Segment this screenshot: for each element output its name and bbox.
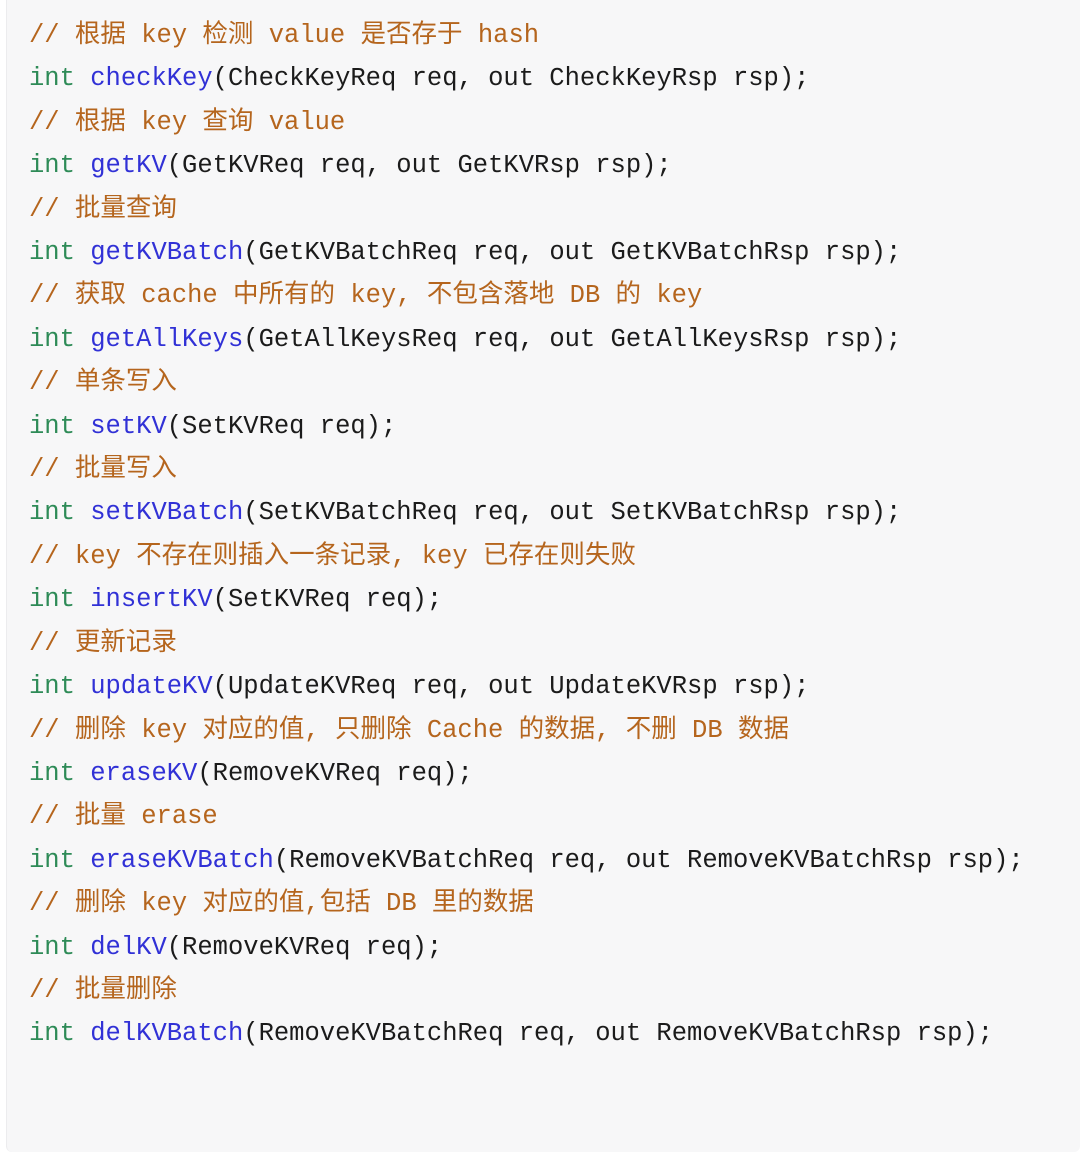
code-block: // 根据 key 检测 value 是否存于 hash int checkKey… [6,0,1080,1152]
code-line: int setKVBatch(SetKVBatchReq req, out Se… [29,491,1062,534]
code-token-plain: (SetKVBatchReq req, out SetKVBatchRsp rs… [243,498,902,528]
code-token-keyword: int [29,324,75,354]
code-content: // 根据 key 检测 value 是否存于 hash int checkKey… [29,14,1062,1056]
code-line: // 批量查询 [29,188,1062,231]
code-line: int updateKV(UpdateKVReq req, out Update… [29,665,1062,708]
code-line: // 批量 erase [29,795,1062,838]
code-token-comment: // 批量写入 [29,455,177,485]
code-line: int getKVBatch(GetKVBatchReq req, out Ge… [29,231,1062,274]
code-token-keyword: int [29,758,75,788]
code-token-function: delKV [90,932,167,962]
code-line: // 根据 key 查询 value [29,101,1062,144]
code-token-comment: // 更新记录 [29,628,177,658]
code-token-plain: (SetKVReq req); [212,585,443,615]
code-token-plain: (GetKVReq req, out GetKVRsp rsp); [166,151,672,181]
code-token-function: getKVBatch [90,238,244,268]
code-token-comment: // 根据 key 查询 value [29,107,346,137]
code-token-comment: // 删除 key 对应的值,包括 DB 里的数据 [29,889,534,919]
code-token-function: setKVBatch [90,498,244,528]
code-line: int getAllKeys(GetAllKeysReq req, out Ge… [29,318,1062,361]
code-line: // 批量删除 [29,969,1062,1012]
code-line: // 批量写入 [29,448,1062,491]
code-token-function: updateKV [90,672,213,702]
code-line: // 删除 key 对应的值,包括 DB 里的数据 [29,882,1062,925]
code-line: // 删除 key 对应的值, 只删除 Cache 的数据, 不删 DB 数据 [29,709,1062,752]
code-token-function: eraseKVBatch [90,845,274,875]
code-token-function: getAllKeys [90,324,244,354]
code-token-comment: // 批量删除 [29,975,177,1005]
code-token-plain: (GetKVBatchReq req, out GetKVBatchRsp rs… [243,238,902,268]
code-line: // 获取 cache 中所有的 key, 不包含落地 DB 的 key [29,274,1062,317]
code-token-keyword: int [29,498,75,528]
code-line: int eraseKVBatch(RemoveKVBatchReq req, o… [29,839,1062,882]
code-token-comment: // 获取 cache 中所有的 key, 不包含落地 DB 的 key [29,281,703,311]
code-token-comment: // 批量查询 [29,194,177,224]
code-line: int setKV(SetKVReq req); [29,405,1062,448]
code-line: int delKV(RemoveKVReq req); [29,926,1062,969]
code-token-keyword: int [29,238,75,268]
code-line: // key 不存在则插入一条记录, key 已存在则失败 [29,535,1062,578]
code-line: // 根据 key 检测 value 是否存于 hash [29,14,1062,57]
code-token-keyword: int [29,411,75,441]
code-token-comment: // key 不存在则插入一条记录, key 已存在则失败 [29,541,636,571]
code-token-keyword: int [29,585,75,615]
code-token-function: insertKV [90,585,213,615]
code-token-keyword: int [29,932,75,962]
code-token-function: eraseKV [90,758,198,788]
code-token-plain: (RemoveKVReq req); [166,932,443,962]
code-token-keyword: int [29,672,75,702]
code-token-function: checkKey [90,64,213,94]
code-line: // 单条写入 [29,361,1062,404]
code-line: int checkKey(CheckKeyReq req, out CheckK… [29,57,1062,100]
code-token-comment: // 根据 key 检测 value 是否存于 hash [29,21,540,50]
code-token-comment: // 批量 erase [29,802,218,832]
code-token-plain: (RemoveKVReq req); [197,758,473,788]
code-line: // 更新记录 [29,622,1062,665]
code-token-function: setKV [90,411,167,441]
code-token-plain: (SetKVReq req); [166,411,397,441]
code-line: int eraseKV(RemoveKVReq req); [29,752,1062,795]
code-line: int delKVBatch(RemoveKVBatchReq req, out… [29,1012,1062,1055]
code-token-comment: // 删除 key 对应的值, 只删除 Cache 的数据, 不删 DB 数据 [29,715,789,745]
code-token-plain: (RemoveKVBatchReq req, out RemoveKVBatch… [243,1019,994,1049]
code-token-keyword: int [29,1019,75,1049]
code-token-plain: (CheckKeyReq req, out CheckKeyRsp rsp); [212,64,810,94]
code-token-keyword: int [29,64,75,94]
code-token-plain: (GetAllKeysReq req, out GetAllKeysRsp rs… [243,324,902,354]
code-token-keyword: int [29,151,75,181]
code-token-keyword: int [29,845,75,875]
code-line: int insertKV(SetKVReq req); [29,578,1062,621]
code-line: int getKV(GetKVReq req, out GetKVRsp rsp… [29,144,1062,187]
code-token-function: delKVBatch [90,1019,244,1049]
code-token-plain: (UpdateKVReq req, out UpdateKVRsp rsp); [212,672,810,702]
code-token-comment: // 单条写入 [29,368,177,398]
code-token-function: getKV [90,151,167,181]
code-token-plain: (RemoveKVBatchReq req, out RemoveKVBatch… [273,845,1024,875]
